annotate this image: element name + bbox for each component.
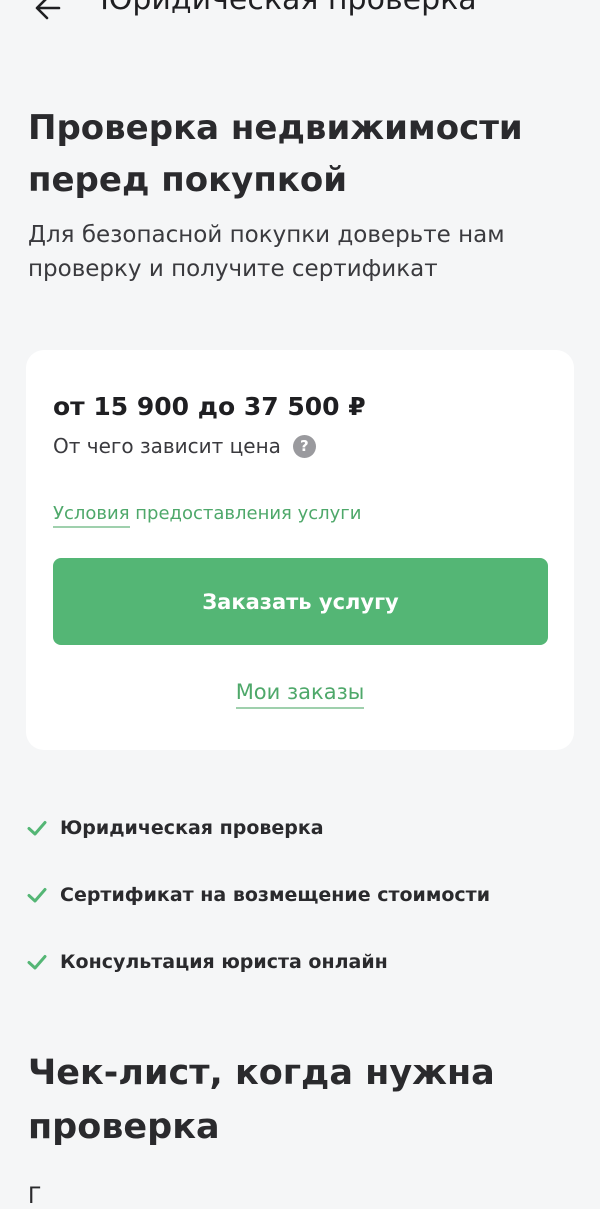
arrow-left-icon <box>35 0 61 20</box>
pricing-card: от 15 900 до 37 500 ₽ От чего зависит це… <box>26 350 574 750</box>
checklist-text: Г <box>28 1184 42 1209</box>
hero-subtitle: Для безопасной покупки доверьте нам пров… <box>28 222 505 282</box>
service-terms-link-underlined: Условия <box>53 503 130 528</box>
list-item: Юридическая проверка <box>26 808 586 848</box>
price-hint: От чего зависит цена ? <box>53 434 316 458</box>
check-icon <box>27 955 47 970</box>
check-icon <box>27 821 47 836</box>
back-button[interactable] <box>28 0 68 28</box>
feature-label: Сертификат на возмещение стоимости <box>60 884 491 906</box>
service-terms-link[interactable]: Условия предоставления услуги <box>53 503 362 528</box>
order-service-button[interactable]: Заказать услугу <box>53 558 548 645</box>
price-range: от 15 900 до 37 500 ₽ <box>53 392 366 421</box>
service-terms-link-rest: предоставления услуги <box>129 503 362 524</box>
hero-title: Проверка недвижимости перед покупкой <box>28 108 523 200</box>
feature-list: Юридическая проверка Сертификат на возме… <box>26 808 586 1009</box>
list-item: Консультация юриста онлайн <box>26 942 586 982</box>
my-orders-link[interactable]: Мои заказы <box>235 680 365 709</box>
feature-label: Юридическая проверка <box>60 817 324 839</box>
list-item: Сертификат на возмещение стоимости <box>26 875 586 915</box>
feature-label: Консультация юриста онлайн <box>60 951 388 973</box>
my-orders-container: Мои заказы <box>26 680 574 709</box>
check-icon <box>27 888 47 903</box>
checklist-title: Чек-лист, когда нужна проверка <box>28 1053 495 1147</box>
question-circle-icon[interactable]: ? <box>292 434 316 458</box>
page-title: Юридическая проверка <box>100 0 477 17</box>
top-app-bar: Юридическая проверка <box>0 0 600 40</box>
price-hint-label: От чего зависит цена <box>53 434 281 458</box>
